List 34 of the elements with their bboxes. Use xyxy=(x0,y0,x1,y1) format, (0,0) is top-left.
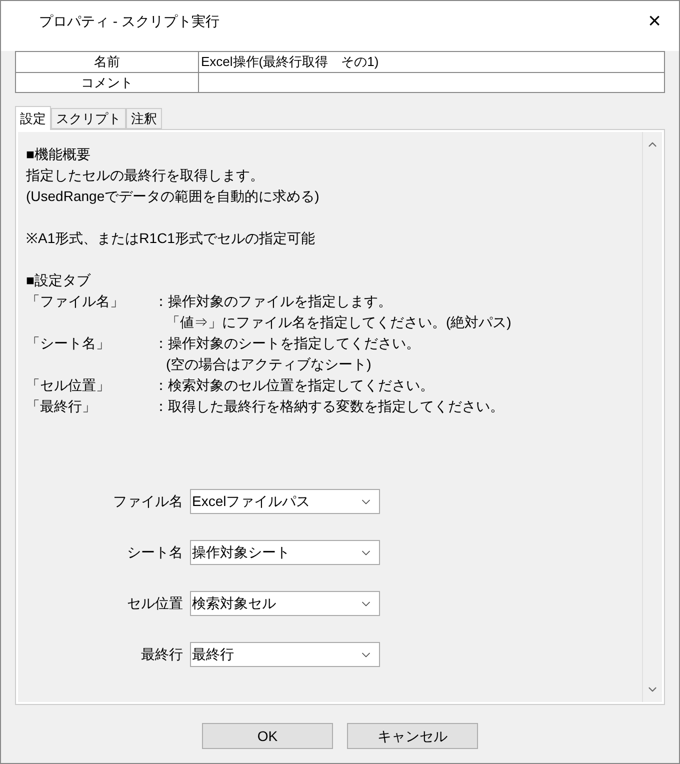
dialog-button[interactable]: キャンセル xyxy=(347,723,478,749)
field-label: シート名 xyxy=(127,543,183,562)
tab[interactable]: スクリプト xyxy=(51,108,126,129)
description-text: ※A1形式、またはR1C1形式でセルの指定可能 xyxy=(26,229,316,248)
scrollbar[interactable] xyxy=(642,132,662,702)
description-text: 指定したセルの最終行を取得します。 xyxy=(26,166,265,185)
dropdown-field[interactable]: 操作対象シート xyxy=(190,540,380,565)
tab[interactable]: 設定 xyxy=(15,106,51,130)
description-text: ：検索対象のセル位置を指定してください。 xyxy=(154,376,434,395)
description-text: (空の場合はアクティブなシート) xyxy=(165,355,372,374)
property-value: Excel操作(最終行取得 その1) xyxy=(201,53,379,72)
description-text: (UsedRangeでデータの範囲を自動的に求める) xyxy=(26,187,320,206)
setting-label: 「セル位置」 xyxy=(26,376,111,395)
field-label: セル位置 xyxy=(127,594,183,613)
field-label: ファイル名 xyxy=(113,492,183,511)
dialog-button[interactable]: OK xyxy=(202,723,333,749)
window-title: プロパティ - スクリプト実行 xyxy=(39,12,220,30)
description-text: ■機能概要 xyxy=(26,145,92,164)
tab[interactable]: 注釈 xyxy=(126,108,162,129)
property-label: 名前 xyxy=(94,53,120,72)
dropdown-field[interactable]: 最終行 xyxy=(190,642,380,667)
setting-label: 「シート名」 xyxy=(26,334,111,353)
description-text: ：取得した最終行を格納する変数を指定してください。 xyxy=(154,397,504,416)
setting-label: 「ファイル名」 xyxy=(26,292,125,311)
description-text: ■設定タブ xyxy=(26,271,92,290)
field-label: 最終行 xyxy=(141,645,183,664)
close-button[interactable]: × xyxy=(644,10,665,32)
dropdown-field[interactable]: 検索対象セル xyxy=(190,591,380,616)
property-label: コメント xyxy=(81,74,133,92)
description-text: ：操作対象のシートを指定してください。 xyxy=(154,334,420,353)
dropdown-field[interactable]: Excelファイルパス xyxy=(190,489,380,514)
description-text: ：操作対象のファイルを指定します。 xyxy=(154,292,392,311)
setting-label: 「最終行」 xyxy=(26,397,97,416)
description-text: 「値⇒」にファイル名を指定してください。(絶対パス) xyxy=(165,313,512,332)
